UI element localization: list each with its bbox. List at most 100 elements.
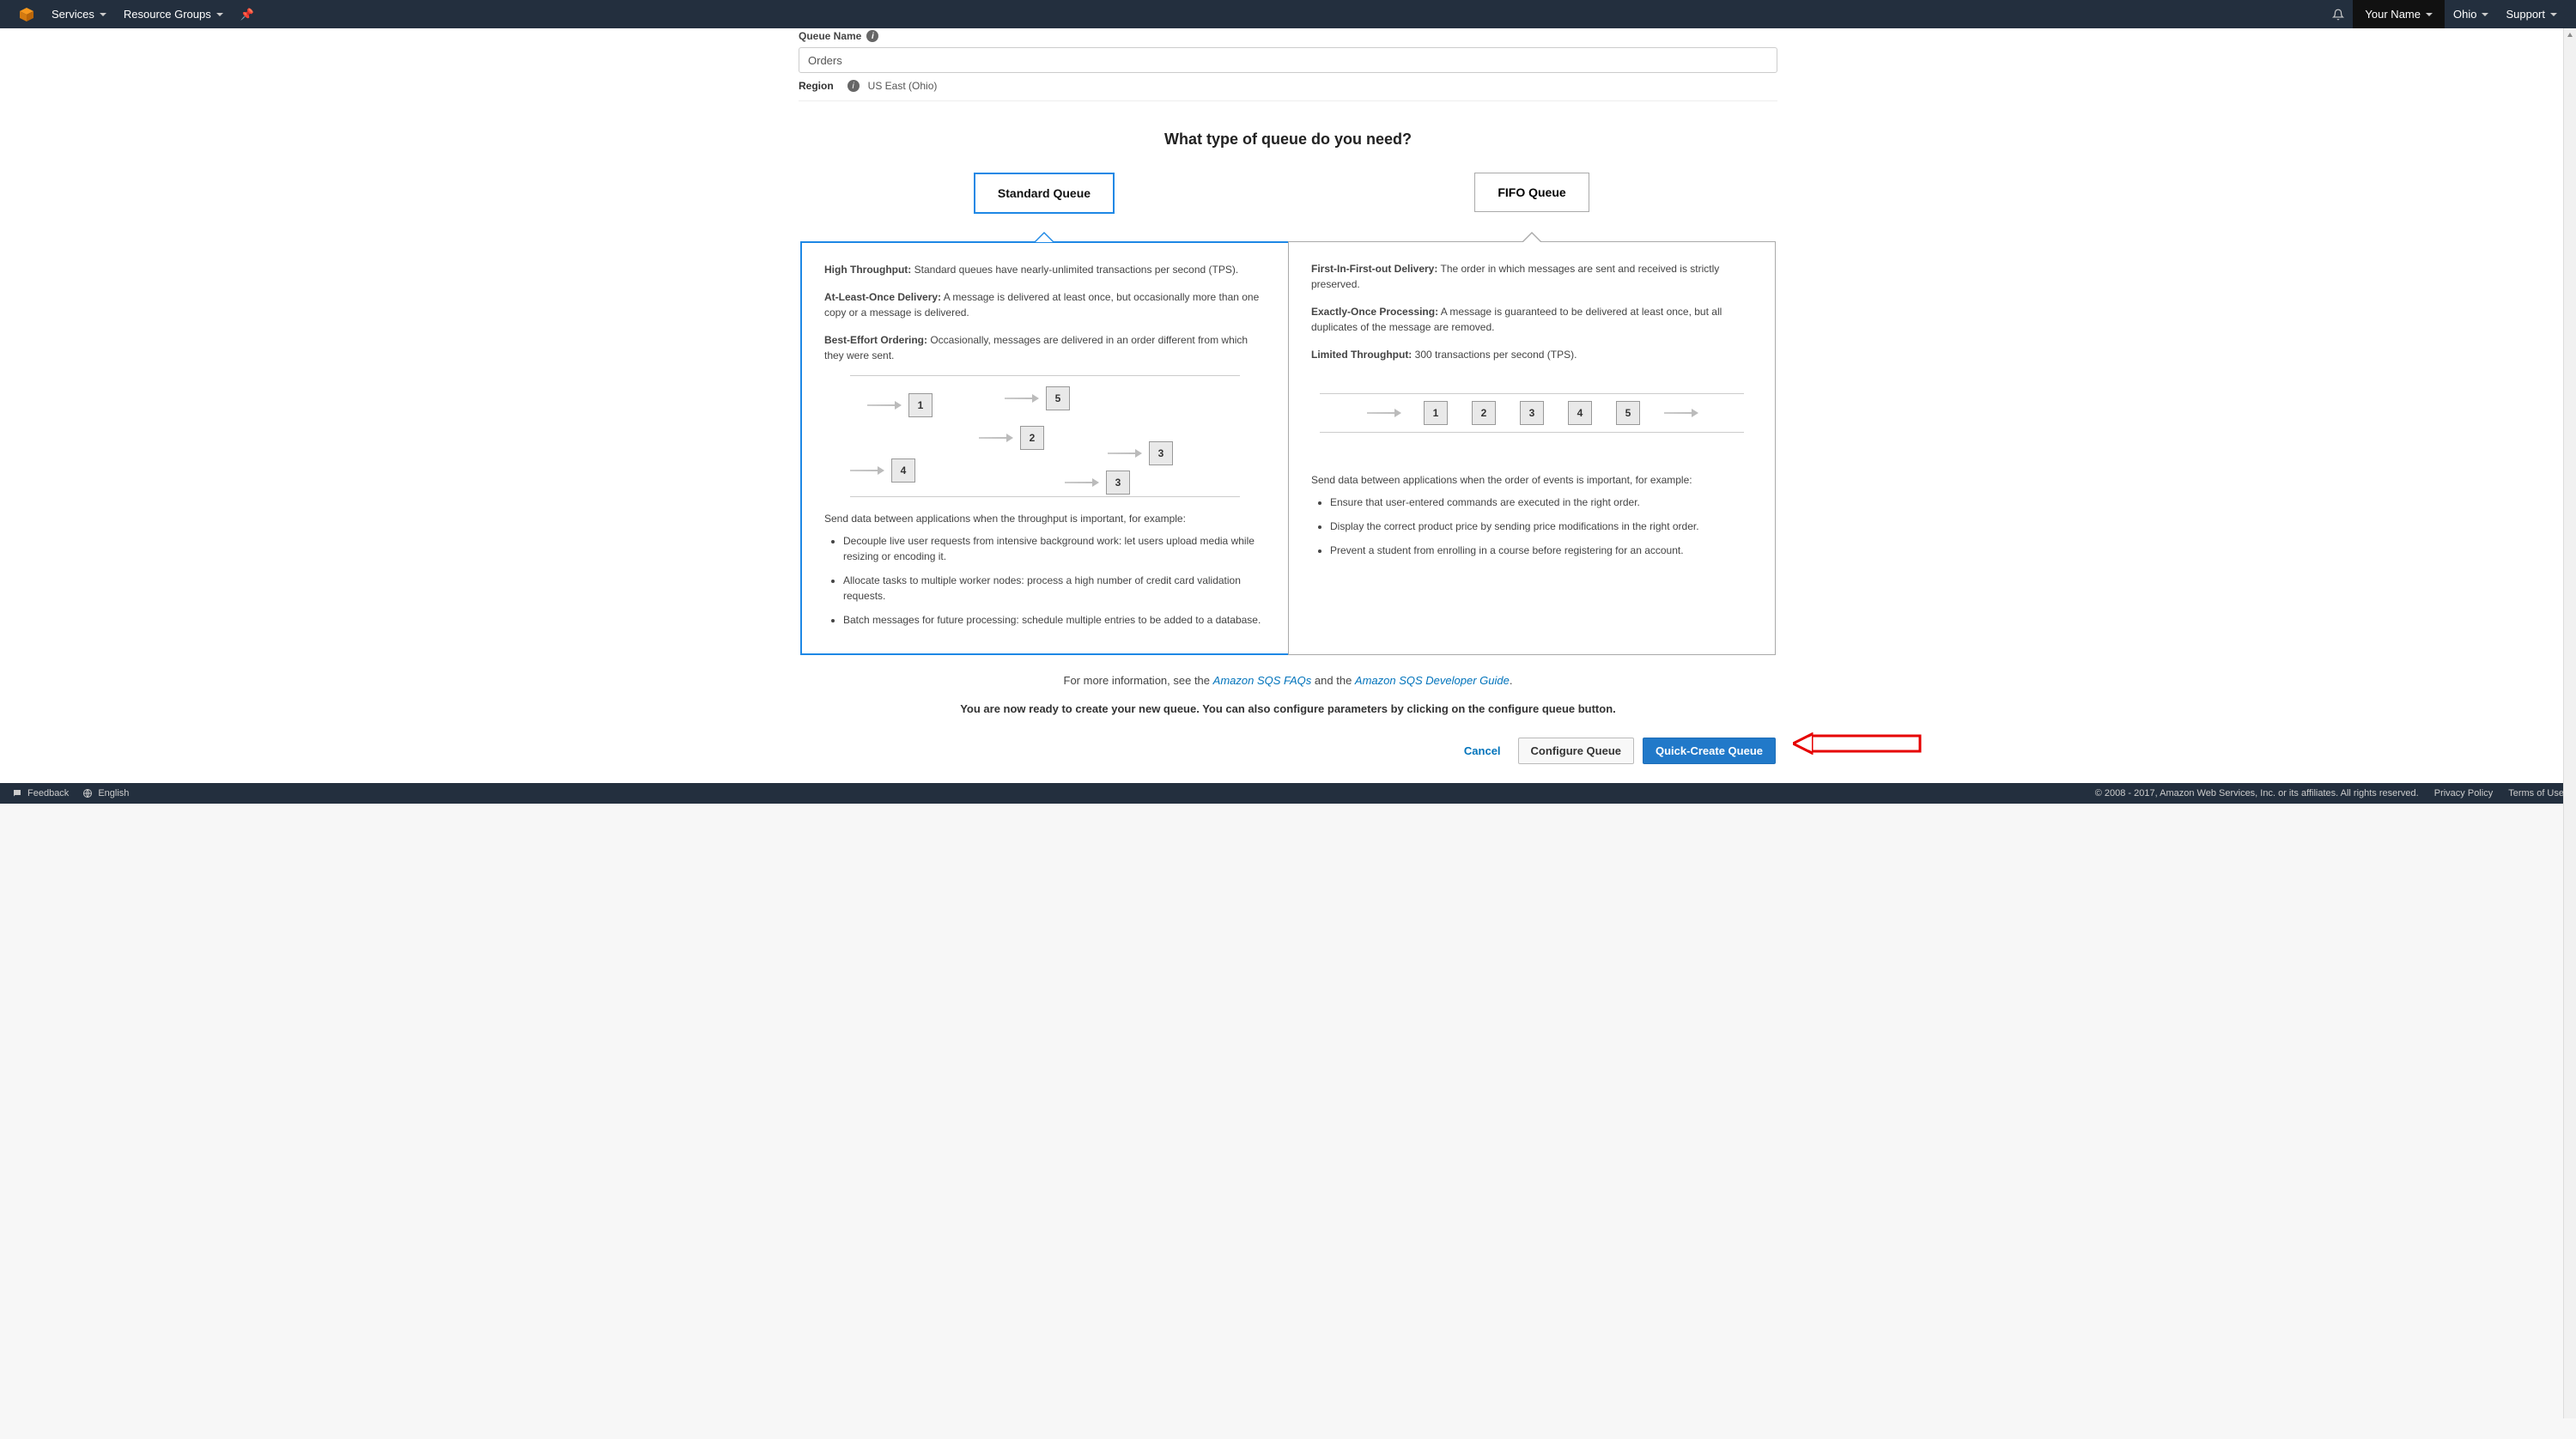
tab-pointer-inner (1036, 234, 1053, 242)
language-label: English (98, 788, 129, 798)
support-menu[interactable]: Support (2497, 0, 2566, 28)
arrow-icon (1367, 412, 1400, 414)
aws-bottom-bar: Feedback English © 2008 - 2017, Amazon W… (0, 783, 2576, 804)
configure-queue-button[interactable]: Configure Queue (1518, 738, 1634, 764)
page-body: Queue Name i Region i US East (Ohio) Wha… (0, 28, 2576, 783)
fifo-tab-zone: FIFO Queue (1288, 173, 1776, 241)
feature-title: Limited Throughput: (1311, 349, 1412, 361)
arrow-icon (1664, 412, 1697, 414)
msg-box: 3 (1149, 441, 1173, 465)
services-label: Services (52, 8, 94, 21)
notifications-button[interactable] (2324, 0, 2353, 28)
resource-groups-label: Resource Groups (124, 8, 211, 21)
language-button[interactable]: English (82, 788, 129, 798)
fifo-diagram: 1 2 3 4 5 (1320, 393, 1744, 433)
msg-box: 5 (1616, 401, 1640, 425)
standard-queue-tab[interactable]: Standard Queue (974, 173, 1115, 214)
standard-tab-zone: Standard Queue (800, 173, 1288, 241)
sqs-dev-guide-link[interactable]: Amazon SQS Developer Guide (1355, 674, 1510, 687)
msg-box: 3 (1106, 471, 1130, 495)
globe-icon (82, 788, 93, 798)
more-info-suffix: . (1510, 674, 1513, 687)
chat-icon (12, 788, 22, 798)
annotation-arrow-icon (1793, 732, 1922, 753)
standard-desc: Send data between applications when the … (824, 513, 1266, 525)
chevron-down-icon (2426, 13, 2433, 16)
feature-body: 300 transactions per second (TPS). (1415, 349, 1577, 361)
pin-shortcut[interactable]: 📌 (232, 0, 263, 28)
feature-title: At-Least-Once Delivery: (824, 291, 941, 303)
msg-box: 4 (1568, 401, 1592, 425)
ready-line: You are now ready to create your new que… (0, 702, 2576, 715)
list-item: Decouple live user requests from intensi… (843, 533, 1266, 564)
region-row: Region i US East (Ohio) (799, 73, 1777, 101)
region-value: US East (Ohio) (868, 80, 938, 92)
region-menu[interactable]: Ohio (2445, 0, 2497, 28)
chevron-down-icon (216, 13, 223, 16)
cancel-button[interactable]: Cancel (1455, 739, 1510, 762)
scrollbar[interactable] (2563, 28, 2576, 1418)
standard-diagram: 1 5 2 3 4 (850, 375, 1240, 497)
more-info-line: For more information, see the Amazon SQS… (0, 674, 2576, 687)
feature-title: High Throughput: (824, 264, 911, 276)
aws-top-nav: Services Resource Groups 📌 Your Name Ohi… (0, 0, 2576, 28)
arrow-icon (850, 470, 883, 471)
arrow-icon (1108, 452, 1140, 454)
quick-create-queue-button[interactable]: Quick-Create Queue (1643, 738, 1776, 764)
msg-box: 1 (908, 393, 933, 417)
queue-name-label: Queue Name (799, 30, 861, 42)
chevron-down-icon (100, 13, 106, 16)
queue-type-heading: What type of queue do you need? (0, 131, 2576, 149)
fifo-desc: Send data between applications when the … (1311, 474, 1753, 486)
msg-box: 1 (1424, 401, 1448, 425)
info-icon[interactable]: i (848, 80, 860, 92)
tab-pointer-inner (1523, 234, 1540, 242)
arrow-icon (1005, 398, 1037, 399)
msg-box: 2 (1472, 401, 1496, 425)
feature-title: Exactly-Once Processing: (1311, 306, 1438, 318)
list-item: Batch messages for future processing: sc… (843, 612, 1266, 628)
fifo-queue-tab[interactable]: FIFO Queue (1474, 173, 1589, 212)
list-item: Prevent a student from enrolling in a co… (1330, 543, 1753, 558)
feature-title: Best-Effort Ordering: (824, 334, 927, 346)
copyright-text: © 2008 - 2017, Amazon Web Services, Inc.… (2095, 788, 2419, 798)
msg-box: 4 (891, 458, 915, 483)
sqs-faqs-link[interactable]: Amazon SQS FAQs (1213, 674, 1312, 687)
more-info-mid: and the (1315, 674, 1352, 687)
scroll-up-button[interactable] (2564, 28, 2576, 42)
cube-icon (19, 7, 34, 22)
list-item: Display the correct product price by sen… (1330, 519, 1753, 534)
bell-icon (2332, 9, 2344, 21)
feature-body: Standard queues have nearly-unlimited tr… (914, 264, 1239, 276)
queue-name-input[interactable] (799, 47, 1777, 73)
arrow-icon (867, 404, 900, 406)
msg-box: 2 (1020, 426, 1044, 450)
privacy-policy-link[interactable]: Privacy Policy (2434, 788, 2493, 798)
more-info-prefix: For more information, see the (1064, 674, 1211, 687)
feature-title: First-In-First-out Delivery: (1311, 263, 1437, 275)
resource-groups-menu[interactable]: Resource Groups (115, 0, 232, 28)
standard-queue-panel[interactable]: High Throughput: Standard queues have ne… (800, 241, 1288, 655)
pin-icon: 📌 (240, 8, 254, 21)
list-item: Ensure that user-entered commands are ex… (1330, 495, 1753, 510)
chevron-down-icon (2482, 13, 2488, 16)
arrow-icon (1065, 482, 1097, 483)
region-label: Region (799, 80, 834, 92)
msg-box: 5 (1046, 386, 1070, 410)
aws-logo[interactable] (10, 0, 43, 28)
arrow-icon (979, 437, 1012, 439)
queue-name-label-row: Queue Name i (799, 30, 1777, 42)
terms-of-use-link[interactable]: Terms of Use (2508, 788, 2564, 798)
chevron-down-icon (2550, 13, 2557, 16)
feedback-button[interactable]: Feedback (12, 788, 69, 798)
msg-box: 3 (1520, 401, 1544, 425)
fifo-queue-panel[interactable]: First-In-First-out Delivery: The order i… (1288, 241, 1776, 655)
feedback-label: Feedback (27, 788, 69, 798)
services-menu[interactable]: Services (43, 0, 115, 28)
account-menu[interactable]: Your Name (2353, 0, 2445, 28)
support-label: Support (2506, 8, 2545, 21)
action-row: Cancel Configure Queue Quick-Create Queu… (800, 732, 1776, 783)
list-item: Allocate tasks to multiple worker nodes:… (843, 573, 1266, 604)
info-icon[interactable]: i (866, 30, 878, 42)
username-label: Your Name (2365, 8, 2421, 21)
